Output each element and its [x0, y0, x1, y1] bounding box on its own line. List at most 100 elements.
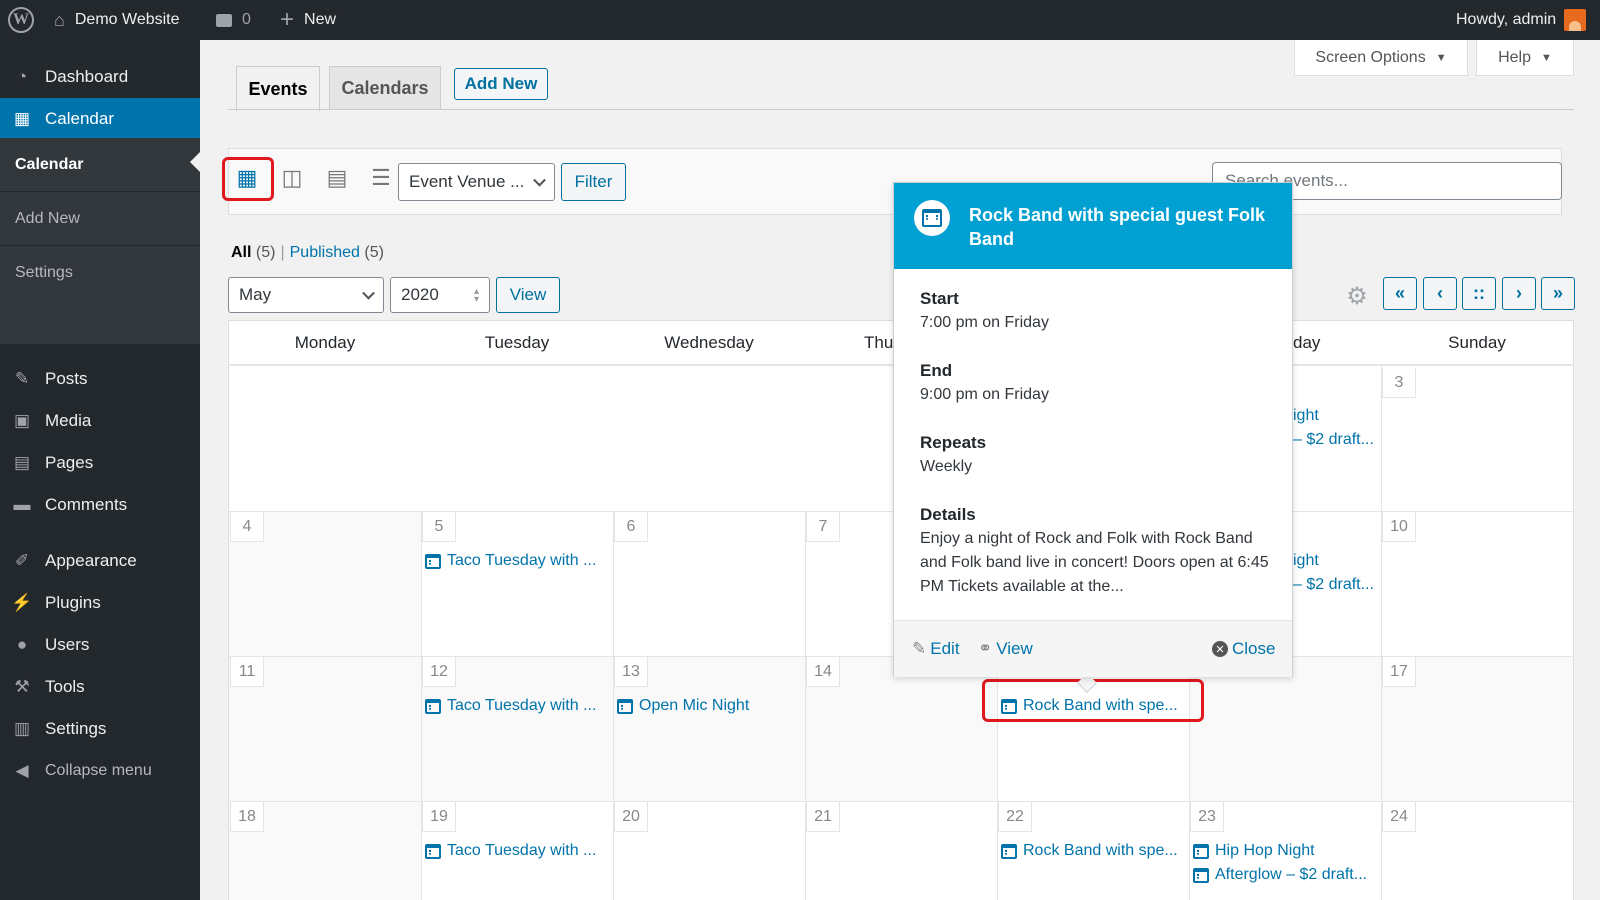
collapse-icon: ◀	[15, 761, 29, 780]
new-content-link[interactable]: + New	[280, 0, 336, 40]
day-number: 14	[806, 657, 840, 687]
menu-label: Collapse menu	[45, 762, 152, 779]
event-link[interactable]: Open Mic Night	[617, 695, 803, 717]
site-name-link[interactable]: ⌂ Demo Website	[54, 0, 180, 40]
compact-list-icon[interactable]: ☰	[367, 164, 395, 192]
status-published-count: (5)	[364, 244, 384, 261]
event-link[interactable]: Rock Band with spe...	[1001, 840, 1187, 862]
calendar-icon	[617, 698, 633, 714]
menu-label: Appearance	[45, 551, 137, 570]
event-link[interactable]: ight	[1293, 405, 1319, 427]
menu-users[interactable]: ● Users	[0, 624, 200, 666]
nav-last-button[interactable]: »	[1541, 277, 1575, 310]
status-published-link[interactable]: Published (5)	[290, 244, 384, 262]
comments-count: 0	[242, 11, 251, 28]
view-label: View	[996, 639, 1033, 658]
menu-label: Users	[45, 635, 90, 654]
year-value: 2020	[401, 285, 439, 304]
event-title: Taco Tuesday with ...	[447, 552, 597, 569]
menu-pages[interactable]: ▤ Pages	[0, 442, 200, 484]
filter-button[interactable]: Filter	[561, 163, 626, 201]
nav-today-button[interactable]: ::	[1462, 277, 1496, 310]
calendar-icon	[1193, 843, 1209, 859]
close-icon: ✕	[1212, 641, 1228, 657]
calendar-submenu: Calendar Add New Settings	[0, 138, 200, 344]
event-link[interactable]: Taco Tuesday with ...	[425, 695, 611, 717]
add-new-button[interactable]: Add New	[454, 68, 548, 100]
day-number: 6	[614, 512, 648, 542]
start-label: Start	[920, 289, 959, 308]
day-number: 11	[230, 657, 264, 687]
event-link[interactable]: – $2 draft...	[1293, 574, 1374, 596]
menu-comments[interactable]: ▬ Comments	[0, 484, 200, 526]
menu-plugins[interactable]: ⚡ Plugins	[0, 582, 200, 624]
event-title: – $2 draft...	[1293, 576, 1374, 593]
event-title: ight	[1293, 407, 1319, 424]
event-title: Open Mic Night	[639, 697, 750, 714]
event-link[interactable]: Afterglow – $2 draft...	[1193, 864, 1379, 886]
status-published-label: Published	[289, 244, 360, 261]
close-link[interactable]: ✕ Close	[1212, 639, 1275, 659]
details-value: Enjoy a night of Rock and Folk with Rock…	[920, 530, 1269, 595]
day-number: 4	[230, 512, 264, 542]
menu-dashboard[interactable]: ◔ Dashboard	[0, 56, 200, 98]
view-button[interactable]: View	[496, 277, 560, 313]
month-select[interactable]: May	[228, 277, 384, 313]
highlight-calendar-view	[222, 157, 274, 201]
day-number: 19	[422, 802, 456, 832]
menu-calendar[interactable]: ▦ Calendar	[0, 98, 200, 140]
collapse-menu[interactable]: ◀ Collapse menu	[0, 750, 200, 792]
popover-footer: ✎ Edit ⚭ View ✕ Close	[894, 620, 1292, 677]
event-link[interactable]: Hip Hop Night	[1193, 840, 1379, 862]
nav-prev-button[interactable]: ‹	[1423, 277, 1457, 310]
menu-appearance[interactable]: ✐ Appearance	[0, 540, 200, 582]
wordpress-logo-icon[interactable]: W	[8, 7, 34, 33]
menu-media[interactable]: ▣ Media	[0, 400, 200, 442]
link-icon: ⚭	[978, 639, 993, 658]
edit-link[interactable]: ✎ Edit	[912, 639, 960, 659]
year-input[interactable]: 2020 ▴ ▾	[390, 277, 490, 313]
my-account[interactable]: Howdy, admin	[1456, 0, 1587, 40]
day-number: 3	[1382, 368, 1416, 398]
menu-label: Media	[45, 411, 92, 430]
submenu-add-new[interactable]: Add New	[15, 210, 80, 228]
repeats-label: Repeats	[920, 433, 987, 452]
screen-options-button[interactable]: Screen Options ▼	[1294, 40, 1468, 76]
popover-title: Rock Band with special guest Folk Band	[969, 205, 1266, 249]
help-button[interactable]: Help ▼	[1476, 40, 1574, 76]
submenu-settings[interactable]: Settings	[15, 264, 73, 282]
status-filter: All (5) | Published (5)	[231, 244, 384, 262]
menu-label: Pages	[45, 453, 94, 472]
plug-icon: ⚡	[11, 593, 33, 612]
comments-link[interactable]: 0	[216, 0, 251, 40]
event-link[interactable]: Taco Tuesday with ...	[425, 550, 611, 572]
event-title: Taco Tuesday with ...	[447, 697, 597, 714]
menu-tools[interactable]: ⚒ Tools	[0, 666, 200, 708]
col-divider	[805, 511, 806, 900]
tab-calendars[interactable]: Calendars	[329, 66, 441, 110]
status-all-label: All	[231, 244, 252, 261]
submenu-calendar[interactable]: Calendar	[15, 156, 83, 174]
event-title: Rock Band with spe...	[1023, 842, 1178, 859]
nav-first-button[interactable]: «	[1383, 277, 1417, 310]
dashboard-icon: ◔	[16, 67, 28, 86]
menu-posts[interactable]: ✎ Posts	[0, 358, 200, 400]
day-number: 18	[230, 802, 264, 832]
event-link[interactable]: ight	[1293, 550, 1319, 572]
list-view-icon[interactable]: ▤	[323, 164, 351, 192]
status-all-link[interactable]: All (5)	[231, 244, 275, 262]
event-link[interactable]: – $2 draft...	[1293, 429, 1374, 451]
event-link[interactable]: Taco Tuesday with ...	[425, 840, 611, 862]
pages-icon: ▤	[13, 453, 31, 472]
menu-label: Dashboard	[45, 67, 129, 86]
venue-select[interactable]: Event Venue ...	[398, 163, 555, 201]
week-view-icon[interactable]: ◫	[278, 164, 306, 192]
view-link[interactable]: ⚭ View	[978, 639, 1033, 659]
event-title: Hip Hop Night	[1215, 842, 1315, 859]
event-popover: Rock Band with special guest Folk Band S…	[893, 182, 1293, 677]
tab-events[interactable]: Events	[236, 66, 320, 111]
nav-next-button[interactable]: ›	[1502, 277, 1536, 310]
menu-settings[interactable]: ▥ Settings	[0, 708, 200, 750]
gear-icon[interactable]: ⚙	[1344, 283, 1370, 310]
day-number: 21	[806, 802, 840, 832]
